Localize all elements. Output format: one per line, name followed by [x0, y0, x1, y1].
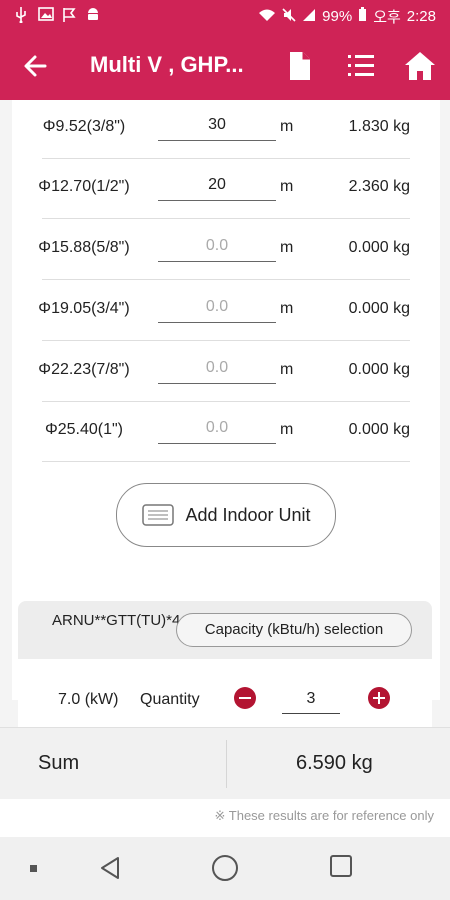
nav-recents-icon[interactable]: [330, 855, 352, 877]
pipe-length-input[interactable]: 0.0: [158, 413, 276, 444]
battery-percent: 99%: [322, 8, 353, 25]
quantity-label: Quantity: [140, 691, 200, 708]
usb-icon: [14, 7, 28, 24]
decrease-quantity-icon[interactable]: [234, 687, 256, 709]
increase-quantity-icon[interactable]: [368, 687, 390, 709]
mute-icon: [282, 7, 296, 26]
pipe-length-unit: m: [280, 178, 294, 195]
indoor-unit-header: ARNU**GTT(TU)*4 Capacity (kBtu/h) select…: [18, 601, 432, 659]
system-nav-bar: [0, 837, 450, 900]
pipe-weight-value: 0.000 kg: [348, 361, 410, 378]
pipe-length-unit: m: [280, 300, 294, 317]
pipe-weight-value: 2.360 kg: [348, 178, 410, 195]
sum-value: 6.590 kg: [296, 752, 373, 774]
add-indoor-unit-button[interactable]: Add Indoor Unit: [116, 483, 336, 547]
status-bar: 99% 오후 2:28: [0, 0, 450, 32]
pipe-weight-value: 0.000 kg: [348, 421, 410, 438]
pipe-length-unit: m: [280, 421, 294, 438]
clock-time: 2:28: [406, 8, 436, 25]
capacity-value: 7.0 (kW): [58, 691, 119, 708]
sum-bar: Sum 6.590 kg: [0, 727, 450, 800]
page-title: Multi V , GHP...: [90, 52, 244, 77]
nav-dot-icon[interactable]: [30, 865, 37, 872]
content-area[interactable]: Φ9.52(3/8") 30 m 1.830 kg Φ12.70(1/2") 2…: [0, 100, 450, 727]
clock-ampm: 오후: [373, 9, 401, 26]
capacity-selection-button[interactable]: Capacity (kBtu/h) selection: [176, 613, 412, 647]
pipe-size-label: Φ22.23(7/8"): [38, 361, 130, 378]
battery-icon: [358, 7, 367, 26]
pipe-length-unit: m: [280, 118, 294, 135]
sum-label: Sum: [38, 752, 80, 774]
pipe-weight-value: 1.830 kg: [348, 118, 410, 135]
nav-back-icon[interactable]: [98, 855, 124, 881]
pipe-weight-value: 0.000 kg: [348, 300, 410, 317]
pipe-row: Φ19.05(3/4") 0.0 m 0.000 kg: [38, 280, 410, 341]
notification-icons: [14, 7, 100, 24]
quantity-input[interactable]: 3: [282, 685, 340, 714]
home-icon[interactable]: [402, 49, 438, 83]
status-icons: 99% 오후 2:28: [258, 6, 436, 27]
pipe-size-label: Φ9.52(3/8"): [42, 118, 126, 135]
indoor-unit-card: ARNU**GTT(TU)*4 Capacity (kBtu/h) select…: [18, 601, 432, 727]
nav-home-icon[interactable]: [212, 855, 238, 881]
pipe-length-input[interactable]: 0.0: [158, 231, 276, 262]
wifi-icon: [258, 8, 276, 26]
pipe-row: Φ12.70(1/2") 20 m 2.360 kg: [38, 158, 410, 219]
flag-icon: [62, 7, 76, 22]
reference-note: ※ These results are for reference only: [0, 799, 450, 837]
pipe-row: Φ15.88(5/8") 0.0 m 0.000 kg: [38, 219, 410, 280]
pipe-length-input[interactable]: 0.0: [158, 292, 276, 323]
pipe-length-unit: m: [280, 239, 294, 256]
pipe-length-input[interactable]: 0.0: [158, 353, 276, 384]
pipe-size-label: Φ15.88(5/8"): [38, 239, 130, 256]
pipe-length-input[interactable]: 20: [158, 170, 276, 201]
document-icon[interactable]: [284, 49, 316, 83]
back-arrow-icon[interactable]: [18, 48, 54, 84]
app-bar: Multi V , GHP...: [0, 32, 450, 100]
pipe-size-label: Φ25.40(1"): [44, 421, 124, 438]
android-icon: [86, 7, 100, 21]
signal-icon: [302, 8, 316, 26]
pipe-weight-value: 0.000 kg: [348, 239, 410, 256]
pipe-length-unit: m: [280, 361, 294, 378]
pipe-row: Φ25.40(1") 0.0 m 0.000 kg: [42, 401, 410, 462]
pipe-size-label: Φ19.05(3/4"): [38, 300, 130, 317]
pipe-row: Φ22.23(7/8") 0.0 m 0.000 kg: [38, 341, 410, 402]
image-icon: [38, 7, 54, 21]
pipe-size-label: Φ12.70(1/2"): [38, 178, 130, 195]
reference-note-text: ※ These results are for reference only: [214, 808, 434, 823]
indoor-unit-model: ARNU**GTT(TU)*4: [52, 612, 181, 629]
pipe-length-input[interactable]: 30: [158, 110, 276, 141]
sum-divider: [226, 740, 227, 788]
indoor-unit-icon: [141, 502, 175, 528]
pipe-row: Φ9.52(3/8") 30 m 1.830 kg: [42, 100, 410, 159]
add-indoor-unit-label: Add Indoor Unit: [185, 504, 311, 525]
list-icon[interactable]: [344, 49, 378, 83]
